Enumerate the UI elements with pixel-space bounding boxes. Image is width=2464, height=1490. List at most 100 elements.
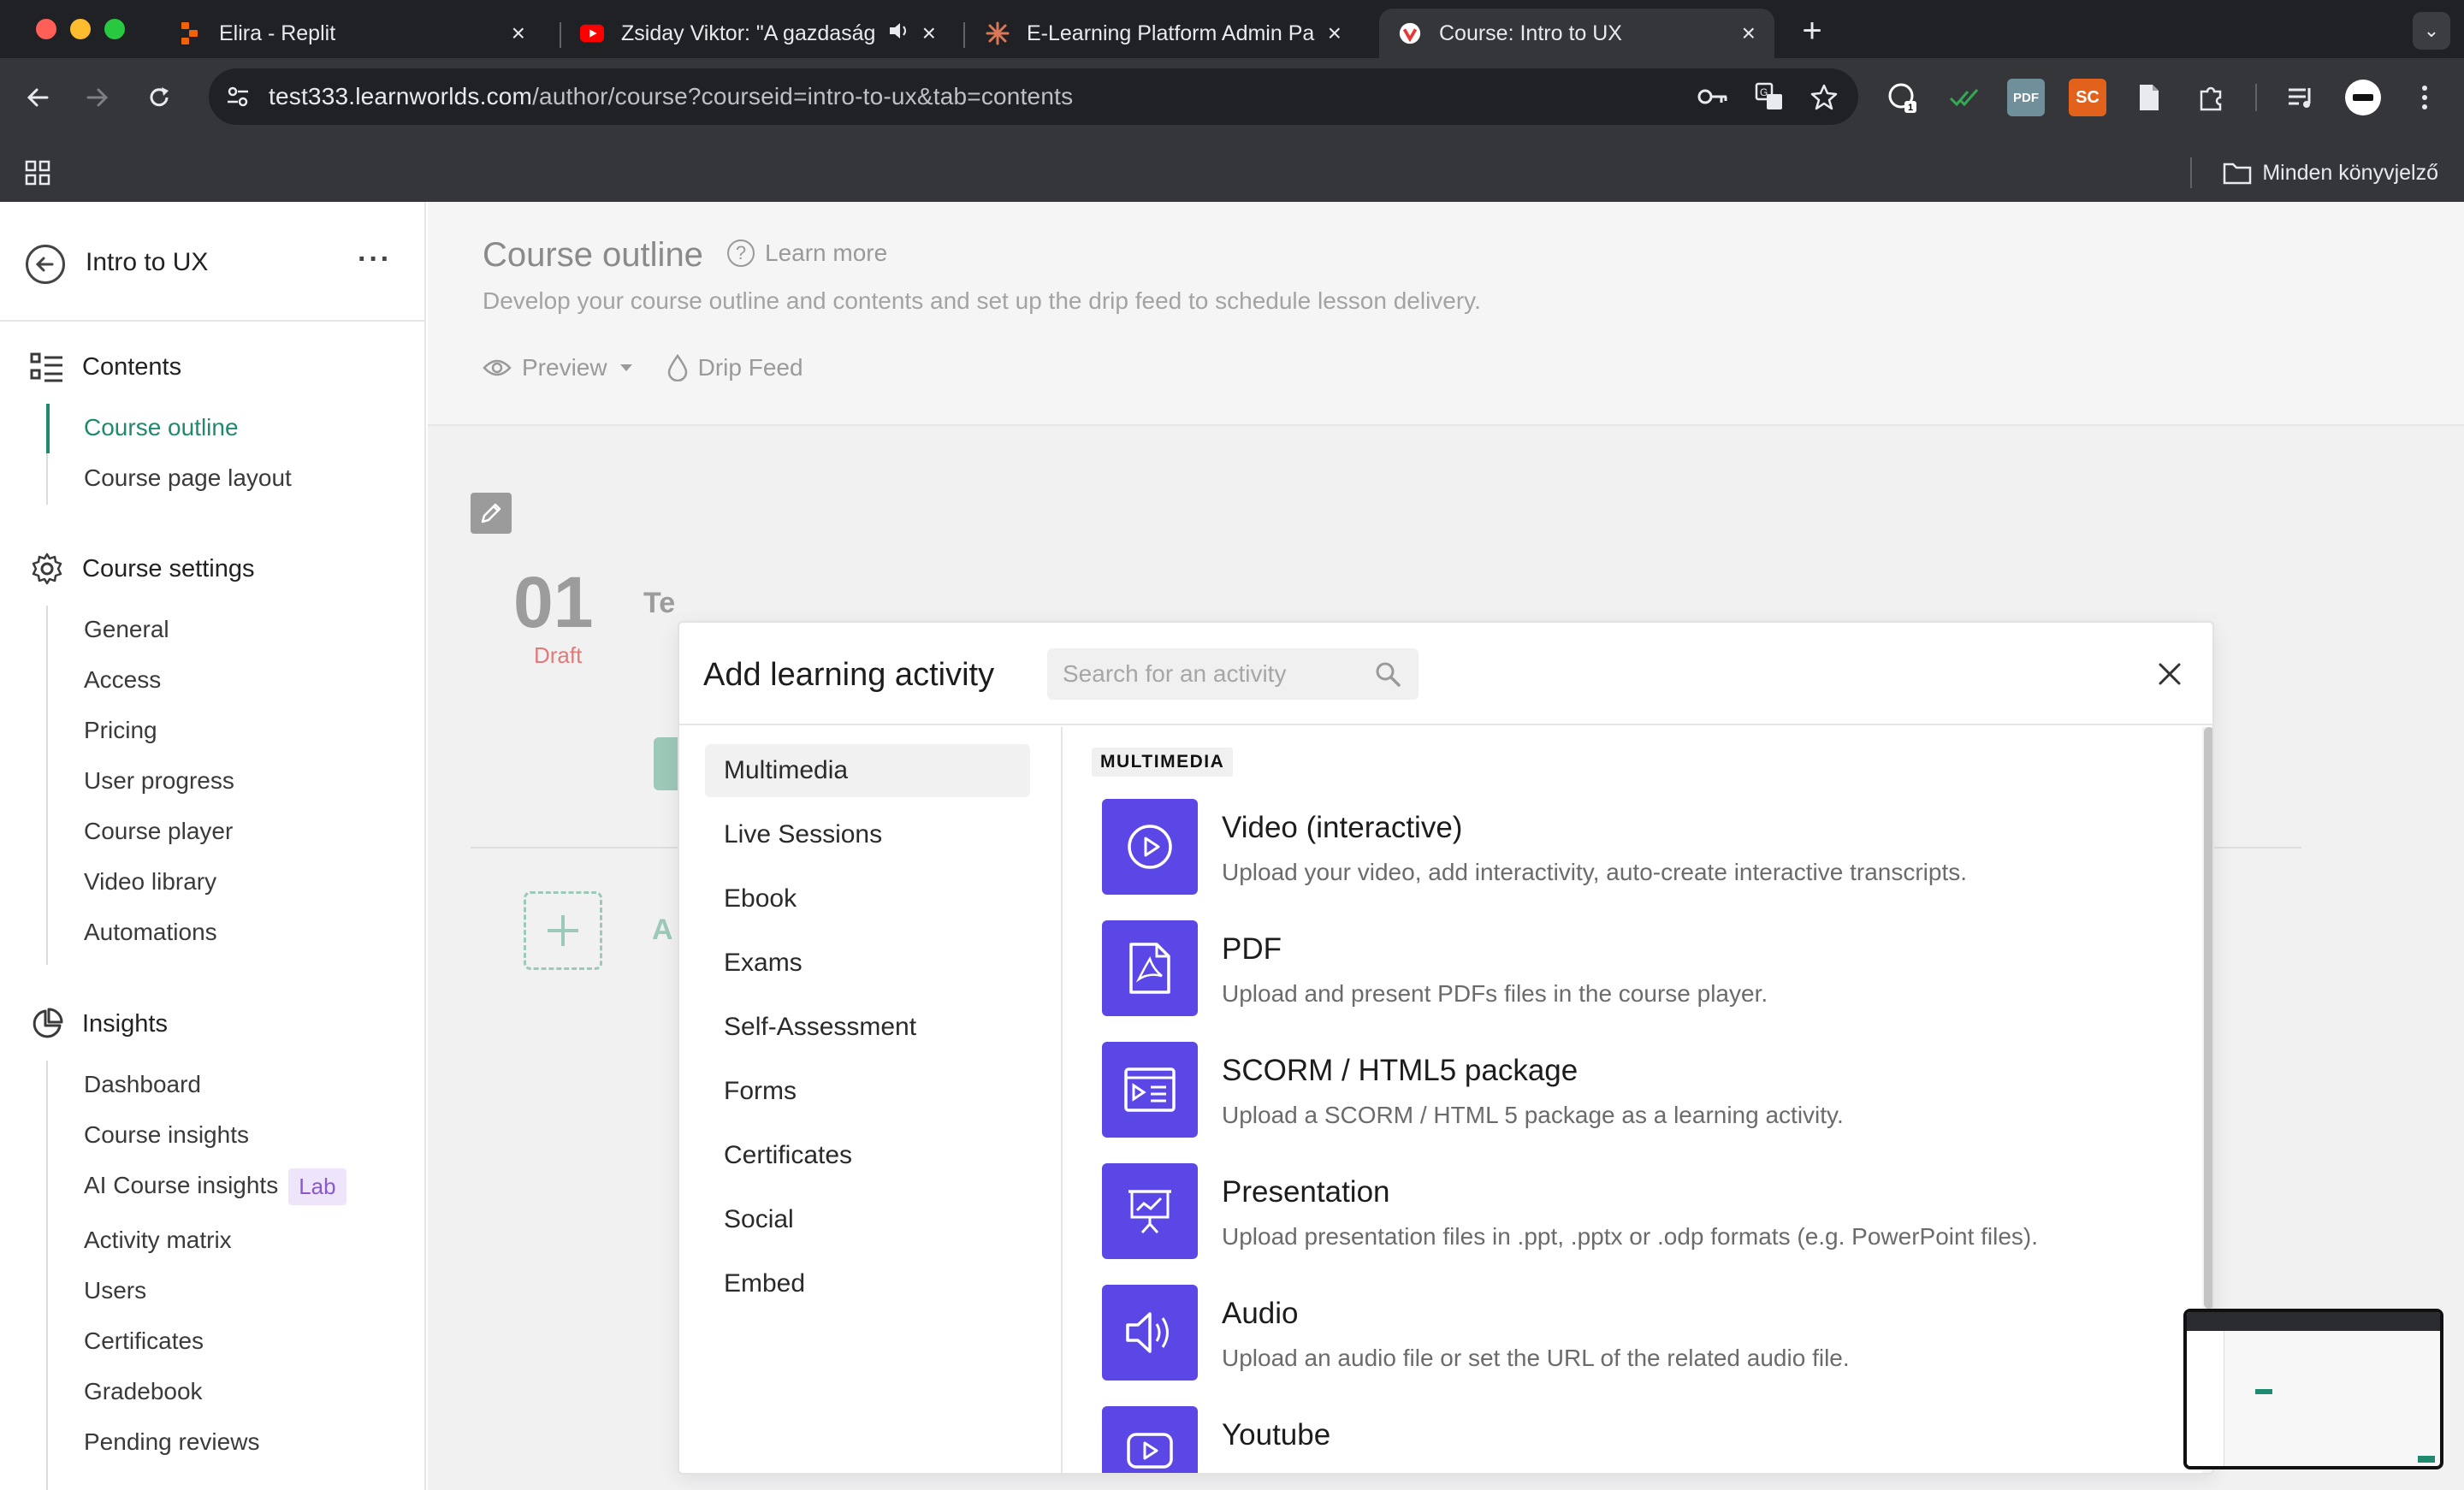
page-subtitle: Develop your course outline and contents… [483,287,1481,314]
edit-pencil-icon[interactable] [471,493,512,534]
insights-heading: Insights [82,1009,168,1038]
contents-section-header[interactable]: Contents [29,349,181,385]
sidebar-item-ai-course-insights[interactable]: AI Course insights Lab [84,1168,346,1205]
back-arrow-icon[interactable] [26,245,65,284]
activity-title: Presentation [1222,1175,1390,1209]
category-multimedia[interactable]: Multimedia [705,744,1030,797]
sidebar-item-pricing[interactable]: Pricing [84,717,157,744]
pie-chart-icon [29,1006,65,1042]
browser-tab-youtube[interactable]: Zsiday Viktor: "A gazdaság × [561,9,955,58]
activity-video-interactive[interactable]: Video (interactive) Upload your video, a… [1102,799,2180,896]
gear-icon [29,551,65,587]
category-certificates[interactable]: Certificates [705,1129,1030,1182]
extension-document-icon[interactable] [2130,79,2168,116]
extension-sc-icon[interactable]: SC [2069,79,2106,116]
drip-feed-button[interactable]: Drip Feed [667,354,803,381]
activity-scorm-html5[interactable]: SCORM / HTML5 package Upload a SCORM / H… [1102,1042,2180,1139]
activity-youtube[interactable]: Youtube [1102,1406,2180,1473]
media-control-icon[interactable] [2283,79,2320,116]
activity-search-input[interactable] [1063,660,1353,688]
bookmark-star-icon[interactable] [1807,80,1841,114]
site-info-icon[interactable] [221,80,255,114]
category-social[interactable]: Social [705,1193,1030,1246]
more-options-icon[interactable]: ··· [358,243,392,276]
insights-section-header[interactable]: Insights [29,1006,168,1042]
translate-icon[interactable]: G [1752,80,1786,114]
category-ebook[interactable]: Ebook [705,872,1030,925]
learn-more-link[interactable]: ? Learn more [727,239,887,267]
sidebar-item-access[interactable]: Access [84,666,161,694]
browser-tab-course[interactable]: Course: Intro to UX × [1379,9,1774,58]
sidebar-item-activity-matrix[interactable]: Activity matrix [84,1227,232,1254]
category-forms[interactable]: Forms [705,1065,1030,1118]
back-button[interactable] [15,75,60,120]
sidebar-item-users[interactable]: Users [84,1277,146,1304]
extensions-puzzle-icon[interactable] [2192,79,2230,116]
help-icon: ? [727,239,755,267]
new-tab-button[interactable]: + [1793,12,1831,50]
course-sidebar: Intro to UX ··· Contents Course outline … [0,202,426,1490]
add-section-label[interactable]: A [652,914,673,947]
course-settings-section-header[interactable]: Course settings [29,551,255,587]
sidebar-item-automations[interactable]: Automations [84,919,217,946]
sidebar-item-course-outline[interactable]: Course outline [84,414,239,441]
forward-button[interactable] [75,75,120,120]
sidebar-item-certificates[interactable]: Certificates [84,1327,204,1355]
activity-pdf[interactable]: PDF Upload and present PDFs files in the… [1102,920,2180,1018]
activity-list: MULTIMEDIA Video (interactive) Upload yo… [1064,727,2200,1473]
reload-button[interactable] [137,75,181,120]
sidebar-item-label: AI Course insights [84,1171,279,1198]
presentation-icon [1102,1163,1198,1259]
profile-avatar-icon[interactable] [2344,79,2382,116]
activity-search[interactable] [1047,648,1419,700]
tab-audio-icon[interactable] [888,21,910,47]
url-text[interactable]: test333.learnworlds.com/author/course?co… [269,83,1073,110]
address-bar[interactable]: test333.learnworlds.com/author/course?co… [209,68,1858,125]
activity-audio[interactable]: Audio Upload an audio file or set the UR… [1102,1285,2180,1382]
window-minimize-button[interactable] [70,19,91,39]
scrollbar-thumb[interactable] [2204,727,2212,1309]
category-exams[interactable]: Exams [705,937,1030,990]
picture-in-picture-thumbnail[interactable] [2183,1309,2443,1469]
sidebar-item-general[interactable]: General [84,616,169,643]
pip-sidebar [2187,1331,2224,1466]
window-maximize-button[interactable] [104,19,125,39]
add-section-icon[interactable] [524,891,602,970]
add-activity-button-stub[interactable] [654,737,679,790]
category-self-assessment[interactable]: Self-Assessment [705,1001,1030,1054]
tab-close-icon[interactable]: × [512,20,525,47]
tab-search-button[interactable]: ⌄ [2413,12,2450,50]
sidebar-item-pending-reviews[interactable]: Pending reviews [84,1428,259,1456]
apps-grid-icon[interactable] [19,154,56,192]
tab-close-icon[interactable]: × [1328,20,1342,47]
tab-close-icon[interactable]: × [922,20,936,47]
sidebar-item-gradebook[interactable]: Gradebook [84,1378,203,1405]
sidebar-item-course-player[interactable]: Course player [84,818,233,845]
browser-tab-replit[interactable]: Elira - Replit × [159,9,544,58]
contents-list: Course outline Course page layout [46,404,292,505]
sidebar-item-course-insights[interactable]: Course insights [84,1121,249,1149]
search-icon[interactable] [1374,660,1401,692]
preview-dropdown[interactable]: Preview [483,354,633,381]
browser-menu-icon[interactable] [2406,79,2443,116]
sidebar-item-user-progress[interactable]: User progress [84,767,234,795]
tab-close-icon[interactable]: × [1742,20,1756,47]
browser-tab-admin-panel[interactable]: E-Learning Platform Admin Pa × [967,9,1360,58]
sidebar-item-course-page-layout[interactable]: Course page layout [84,464,292,492]
category-embed[interactable]: Embed [705,1257,1030,1310]
activity-presentation[interactable]: Presentation Upload presentation files i… [1102,1163,2180,1261]
sidebar-item-dashboard[interactable]: Dashboard [84,1071,201,1098]
extension-link-icon[interactable]: 1 [1884,79,1922,116]
password-key-icon[interactable] [1696,80,1730,114]
category-live-sessions[interactable]: Live Sessions [705,808,1030,861]
contents-heading: Contents [82,352,182,381]
extension-check-icon[interactable] [1946,79,1983,116]
section-title[interactable]: Te [643,587,675,620]
tab-title: Zsiday Viktor: "A gazdaság [621,21,876,45]
close-icon[interactable] [2153,657,2187,691]
extension-pdf-icon[interactable]: PDF [2007,79,2045,116]
sidebar-item-video-library[interactable]: Video library [84,868,216,896]
all-bookmarks-button[interactable]: Minden könyvjelző [2223,154,2438,192]
learnworlds-favicon-icon [1398,21,1422,45]
window-close-button[interactable] [36,19,56,39]
